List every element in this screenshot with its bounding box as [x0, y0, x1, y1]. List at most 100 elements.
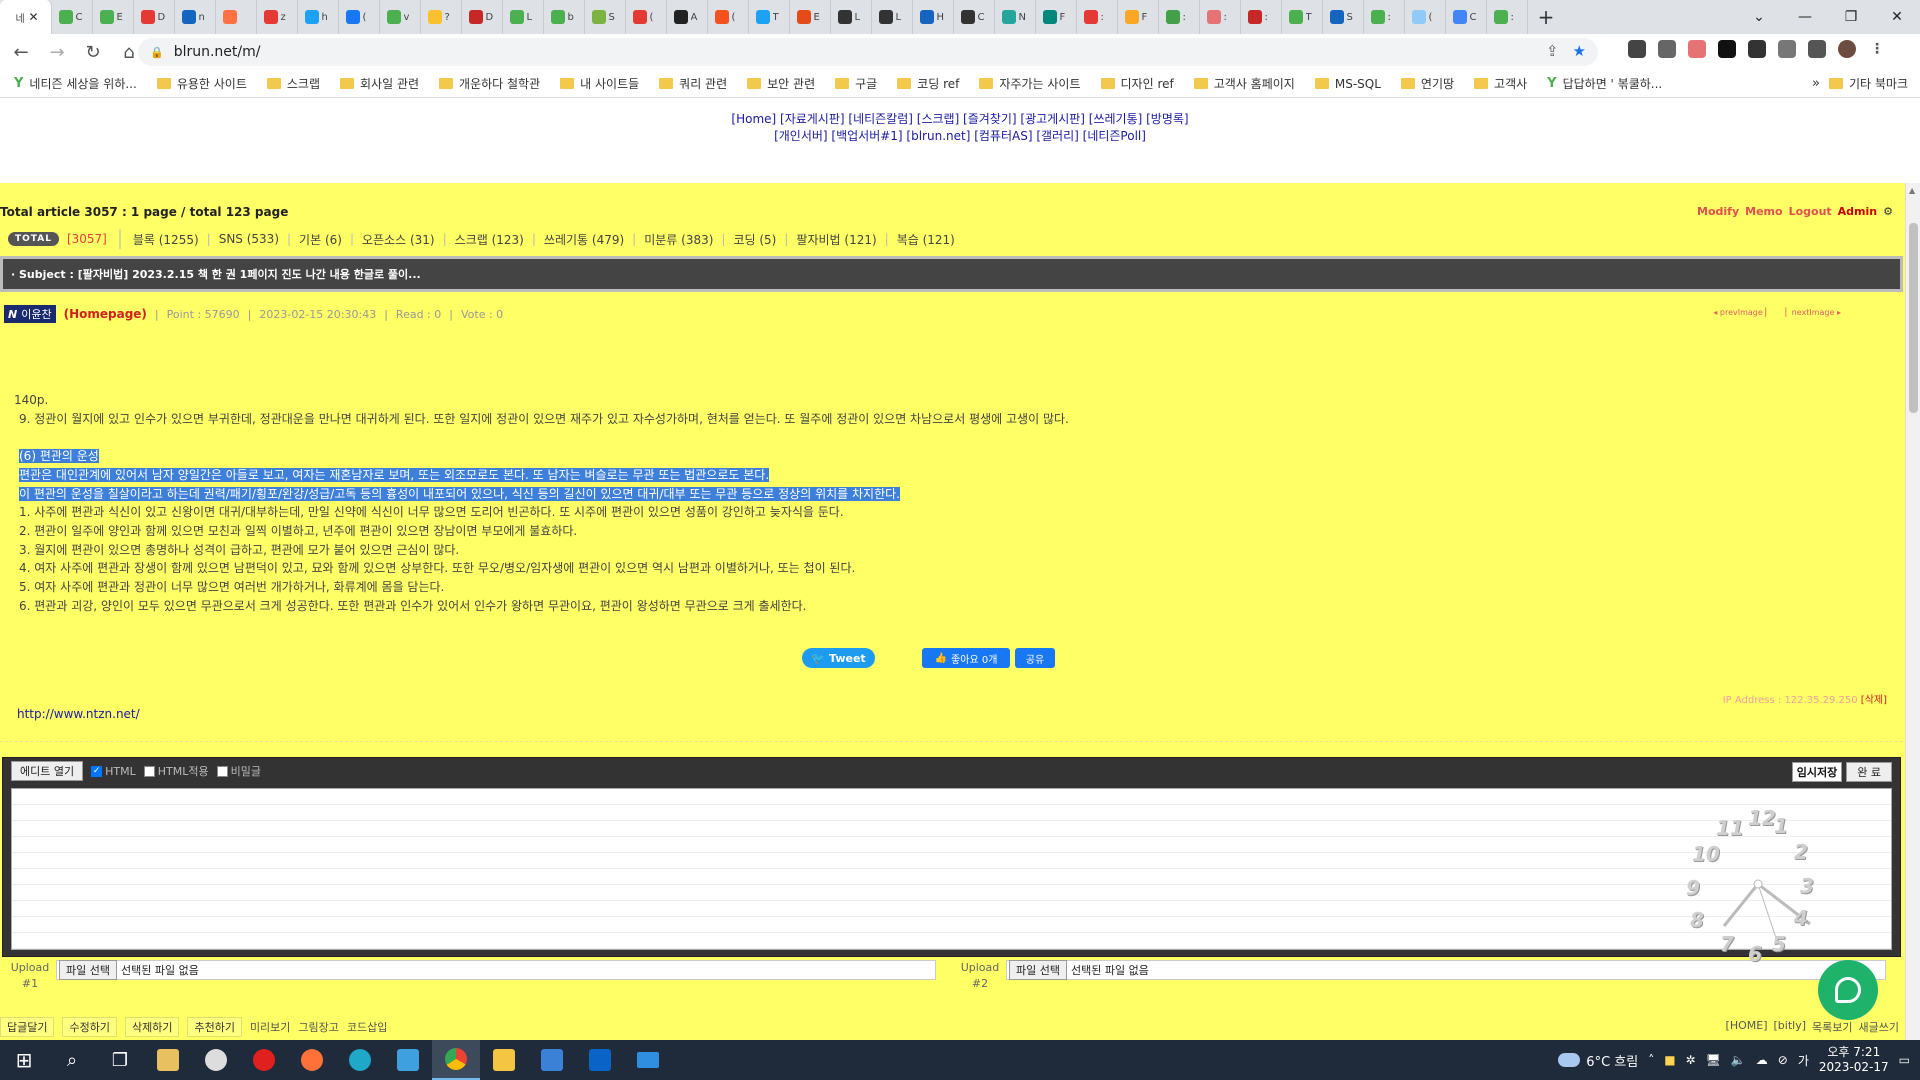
bookmark-item[interactable]: 코딩 ref — [897, 75, 959, 92]
browser-tab[interactable] — [216, 0, 257, 34]
reload-icon[interactable]: ↻ — [78, 37, 108, 67]
bookmark-item[interactable]: 고객사 홈페이지 — [1193, 75, 1295, 92]
prev-image-link[interactable]: ◂ prevImage ▏ — [1713, 308, 1771, 317]
category-link[interactable]: 코딩 (5) — [733, 231, 776, 248]
app-icon[interactable] — [384, 1040, 432, 1080]
logout-link[interactable]: Logout — [1789, 205, 1832, 218]
browser-tab[interactable]: D — [134, 0, 175, 34]
chrome-icon[interactable] — [432, 1040, 480, 1080]
browser-tab[interactable]: n — [175, 0, 216, 34]
task-view-icon[interactable]: ❐ — [96, 1040, 144, 1080]
back-icon[interactable]: ← — [6, 37, 36, 67]
bookmark-item[interactable]: Y 네티즌 세상을 위하... — [14, 75, 137, 92]
browser-tab[interactable]: z — [257, 0, 298, 34]
browser-tab[interactable]: F — [1118, 0, 1159, 34]
app-icon[interactable] — [192, 1040, 240, 1080]
bottom-right-link[interactable]: 새글쓰기 — [1859, 1017, 1899, 1037]
file-input-1[interactable]: 파일 선택 선택된 파일 없음 — [56, 960, 936, 980]
edge-icon[interactable] — [336, 1040, 384, 1080]
tab-search-icon[interactable]: ⌄ — [1736, 0, 1782, 34]
browser-tab[interactable]: : — [1364, 0, 1405, 34]
category-link[interactable]: 팔자비법 (121) — [796, 231, 876, 248]
browser-tab[interactable]: ( — [339, 0, 380, 34]
windows-start-icon[interactable]: ⊞ — [0, 1040, 48, 1080]
opera-icon[interactable] — [240, 1040, 288, 1080]
chat-button[interactable] — [1818, 960, 1878, 1020]
author-badge[interactable]: N 이윤찬 — [4, 305, 56, 323]
bottom-right-link[interactable]: 목록보기 — [1812, 1017, 1852, 1037]
browser-tab[interactable]: S — [585, 0, 626, 34]
browser-tab[interactable]: 네 ✕ — [0, 0, 52, 34]
bookmark-item[interactable]: Y 답답하면 ' 볶쿨하... — [1547, 75, 1662, 92]
settings-icon[interactable]: ⚙ — [1883, 205, 1893, 218]
browser-tab[interactable]: ? — [421, 0, 462, 34]
secret-checkbox[interactable]: 비밀글 — [216, 763, 261, 779]
puzzle-icon[interactable] — [1778, 40, 1796, 58]
site-nav-row-2[interactable]: [개인서버] [백업서버#1] [blrun.net] [컴퓨터AS] [갤러리… — [774, 129, 1146, 143]
browser-tab[interactable]: C — [52, 0, 93, 34]
next-image-link[interactable]: ▏nextImage ▸ — [1786, 308, 1842, 317]
browser-tab[interactable]: : — [1159, 0, 1200, 34]
browser-tab[interactable]: ( — [708, 0, 749, 34]
browser-tab[interactable]: T — [749, 0, 790, 34]
browser-tab[interactable]: E — [93, 0, 134, 34]
bookmark-item[interactable]: 회사일 관련 — [340, 75, 419, 92]
scrollbar-thumb[interactable] — [1909, 223, 1918, 413]
bottom-action-button[interactable]: 답글달기 — [0, 1017, 55, 1037]
browser-tab[interactable]: D — [462, 0, 503, 34]
browser-tab[interactable]: N — [995, 0, 1036, 34]
browser-tab[interactable]: T — [1282, 0, 1323, 34]
bookmark-item[interactable]: 유용한 사이트 — [156, 75, 247, 92]
html-checkbox[interactable]: ✓ HTML — [91, 765, 136, 778]
bookmark-item[interactable]: 개운하다 철학관 — [439, 75, 540, 92]
bookmark-item[interactable]: 스크랩 — [266, 75, 320, 92]
extension-icon[interactable] — [1688, 40, 1706, 58]
volume-icon[interactable]: 🔈 — [1731, 1053, 1746, 1067]
address-bar[interactable]: 🔒 blrun.net/m/ ⇪ ★ — [138, 38, 1598, 66]
ime-icon[interactable]: 가 — [1798, 1052, 1809, 1069]
browser-tab[interactable]: : — [1241, 0, 1282, 34]
extension-icon[interactable] — [1748, 40, 1766, 58]
minimize-button[interactable]: — — [1782, 0, 1828, 34]
memo-link[interactable]: Memo — [1745, 205, 1782, 218]
browser-tab[interactable]: L — [872, 0, 913, 34]
forward-icon[interactable]: → — [42, 37, 72, 67]
bottom-right-link[interactable]: [bitly] — [1774, 1017, 1807, 1037]
site-nav-row-1[interactable]: [Home] [자료게시판] [네티즌칼럼] [스크랩] [즐겨찾기] [광고게… — [731, 112, 1188, 126]
clock[interactable]: 오후 7:21 2023-02-17 — [1819, 1045, 1889, 1075]
site-link[interactable]: http://www.ntzn.net/ — [17, 707, 140, 721]
bottom-action-button[interactable]: 추천하기 — [187, 1017, 242, 1037]
firefox-icon[interactable] — [288, 1040, 336, 1080]
comment-textarea[interactable] — [11, 788, 1892, 950]
bookmark-item[interactable]: 쿼리 관련 — [659, 75, 727, 92]
browser-tab[interactable]: b — [544, 0, 585, 34]
extension-icon[interactable] — [1718, 40, 1736, 58]
browser-tab[interactable]: F — [1036, 0, 1077, 34]
vertical-scrollbar[interactable]: ▲ — [1905, 183, 1920, 1040]
category-link[interactable]: 블록 (1255) — [133, 231, 199, 248]
total-count[interactable]: [3057] — [67, 232, 107, 246]
browser-tab[interactable]: : — [1487, 0, 1528, 34]
bottom-link[interactable]: 미리보기 — [250, 1017, 290, 1037]
browser-tab[interactable]: v — [380, 0, 421, 34]
tray-icon[interactable]: ■ — [1664, 1053, 1675, 1067]
side-panel-icon[interactable] — [1808, 40, 1826, 58]
bookmark-item[interactable]: 고객사 — [1474, 75, 1527, 92]
bottom-right-link[interactable]: [HOME] — [1726, 1017, 1768, 1037]
browser-tab[interactable]: H — [913, 0, 954, 34]
file-explorer-icon[interactable] — [480, 1040, 528, 1080]
browser-tab[interactable]: S — [1323, 0, 1364, 34]
tray-icon[interactable]: ⊘ — [1778, 1053, 1788, 1067]
category-link[interactable]: SNS (533) — [219, 232, 279, 246]
bookmark-item[interactable]: 자주가는 사이트 — [979, 75, 1081, 92]
browser-tab[interactable]: A — [667, 0, 708, 34]
bookmark-item[interactable]: 내 사이트들 — [560, 75, 639, 92]
modify-link[interactable]: Modify — [1697, 205, 1739, 218]
category-link[interactable]: 복습 (121) — [897, 231, 955, 248]
choose-file-button[interactable]: 파일 선택 — [1009, 960, 1067, 980]
choose-file-button[interactable]: 파일 선택 — [59, 960, 117, 980]
bookmark-item[interactable]: 구글 — [835, 75, 877, 92]
app-icon[interactable] — [144, 1040, 192, 1080]
admin-link[interactable]: Admin — [1838, 205, 1877, 218]
browser-tab[interactable]: ( — [626, 0, 667, 34]
